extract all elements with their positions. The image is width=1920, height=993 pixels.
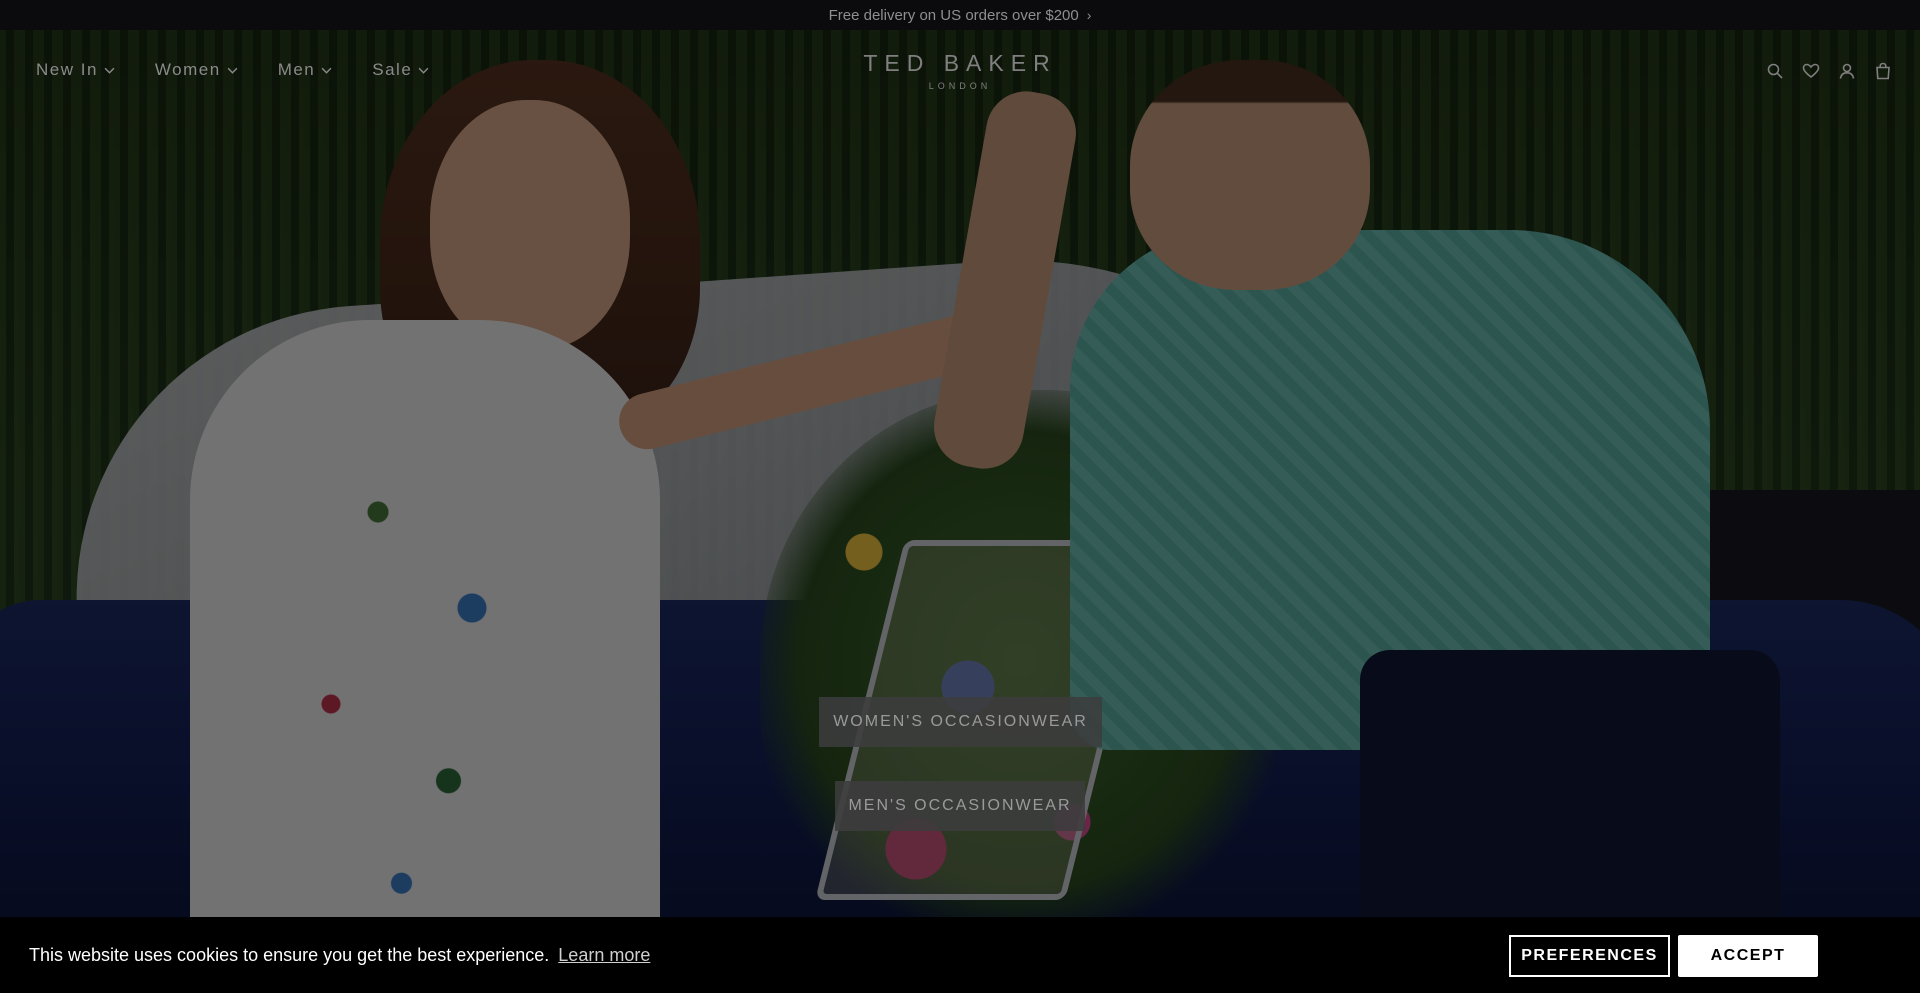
main-nav: New In Women Men Sale xyxy=(36,60,429,80)
chevron-down-icon xyxy=(104,67,115,74)
cookie-message: This website uses cookies to ensure you … xyxy=(29,944,550,965)
brand-subtitle: LONDON xyxy=(928,81,992,91)
site-header: New In Women Men Sale TED BAKER LONDON xyxy=(0,30,1920,110)
chevron-right-icon: › xyxy=(1086,7,1092,23)
nav-sale[interactable]: Sale xyxy=(372,60,429,80)
brand-logo[interactable]: TED BAKER LONDON xyxy=(860,50,1060,91)
bag-icon[interactable] xyxy=(1874,62,1892,80)
womens-occasionwear-button[interactable]: WOMEN'S OCCASIONWEAR xyxy=(819,697,1102,747)
header-utilities xyxy=(1766,62,1892,80)
chevron-down-icon xyxy=(321,67,332,74)
mens-occasionwear-button[interactable]: MEN'S OCCASIONWEAR xyxy=(835,781,1085,831)
cookie-banner: This website uses cookies to ensure you … xyxy=(0,917,1920,993)
nav-label: Women xyxy=(154,60,221,79)
announcement-text: Free delivery on US orders over $200 xyxy=(828,6,1079,24)
modal-overlay xyxy=(0,30,1920,993)
search-icon[interactable] xyxy=(1766,62,1784,80)
learn-more-link[interactable]: Learn more xyxy=(558,945,650,966)
nav-label: Sale xyxy=(372,60,413,79)
nav-women[interactable]: Women xyxy=(155,60,238,80)
free-delivery-link[interactable]: Free delivery on US orders over $200 › xyxy=(829,7,1092,24)
nav-men[interactable]: Men xyxy=(278,60,333,80)
heart-icon[interactable] xyxy=(1802,62,1820,80)
accept-button[interactable]: ACCEPT xyxy=(1678,935,1818,977)
chevron-down-icon xyxy=(418,67,429,74)
preferences-button[interactable]: PREFERENCES xyxy=(1509,935,1670,977)
nav-label: New In xyxy=(36,60,98,79)
nav-label: Men xyxy=(277,60,316,79)
announcement-bar: Free delivery on US orders over $200 › xyxy=(0,0,1920,30)
nav-new-in[interactable]: New In xyxy=(36,60,115,80)
brand-name: TED BAKER xyxy=(863,50,1057,76)
account-icon[interactable] xyxy=(1838,62,1856,80)
chevron-down-icon xyxy=(227,67,238,74)
